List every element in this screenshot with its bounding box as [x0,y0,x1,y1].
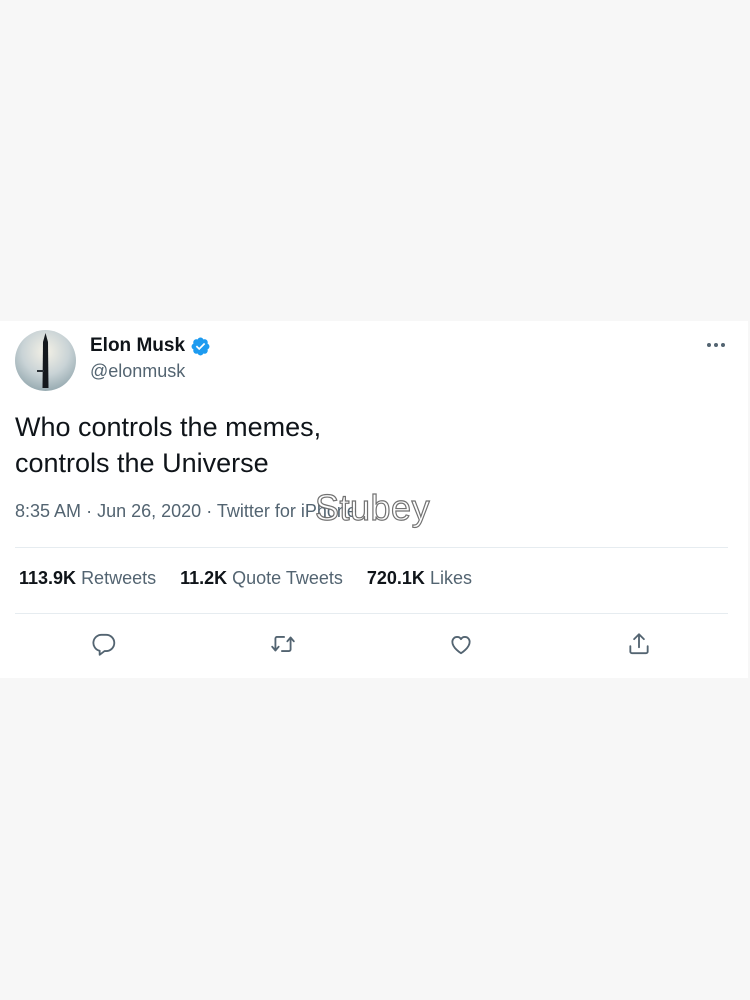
stat-likes[interactable]: 720.1K Likes [367,568,472,589]
author-name-row: Elon Musk [90,335,211,357]
tweet-actions [0,629,748,659]
stat-label: Retweets [81,568,157,588]
stat-count: 11.2K [180,568,228,588]
watermark: Stubey [314,486,431,528]
divider [15,613,728,614]
share-icon[interactable] [624,629,654,659]
tweet-text: Who controls the memes, controls the Uni… [15,412,322,478]
stat-quote-tweets[interactable]: 11.2K Quote Tweets [180,568,343,589]
tweet-date[interactable]: Jun 26, 2020 [97,501,201,521]
stat-label: Quote Tweets [232,568,343,588]
retweet-icon[interactable] [268,629,298,659]
meta-separator: · [206,501,213,521]
tweet-meta: 8:35 AM · Jun 26, 2020 · Twitter for iPh… [15,501,357,522]
avatar[interactable] [15,330,76,391]
stat-count: 720.1K [366,568,425,588]
stat-count: 113.9K [19,568,77,588]
tweet-stats: 113.9K Retweets 11.2K Quote Tweets 720.1K L… [19,568,496,589]
meta-separator: · [86,501,93,521]
verified-badge-icon [190,336,211,357]
divider [15,547,728,548]
more-options-icon[interactable] [704,333,728,357]
reply-icon[interactable] [89,629,119,659]
like-icon[interactable] [446,629,476,659]
tweet-card: Elon Musk @elonmusk Who controls the mem… [0,321,748,678]
stat-retweets[interactable]: 113.9K Retweets [19,568,156,589]
stat-label: Likes [429,568,472,588]
author-display-name[interactable]: Elon Musk [90,335,185,357]
author-handle[interactable]: @elonmusk [90,361,185,382]
tweet-time[interactable]: 8:35 AM [15,501,81,521]
